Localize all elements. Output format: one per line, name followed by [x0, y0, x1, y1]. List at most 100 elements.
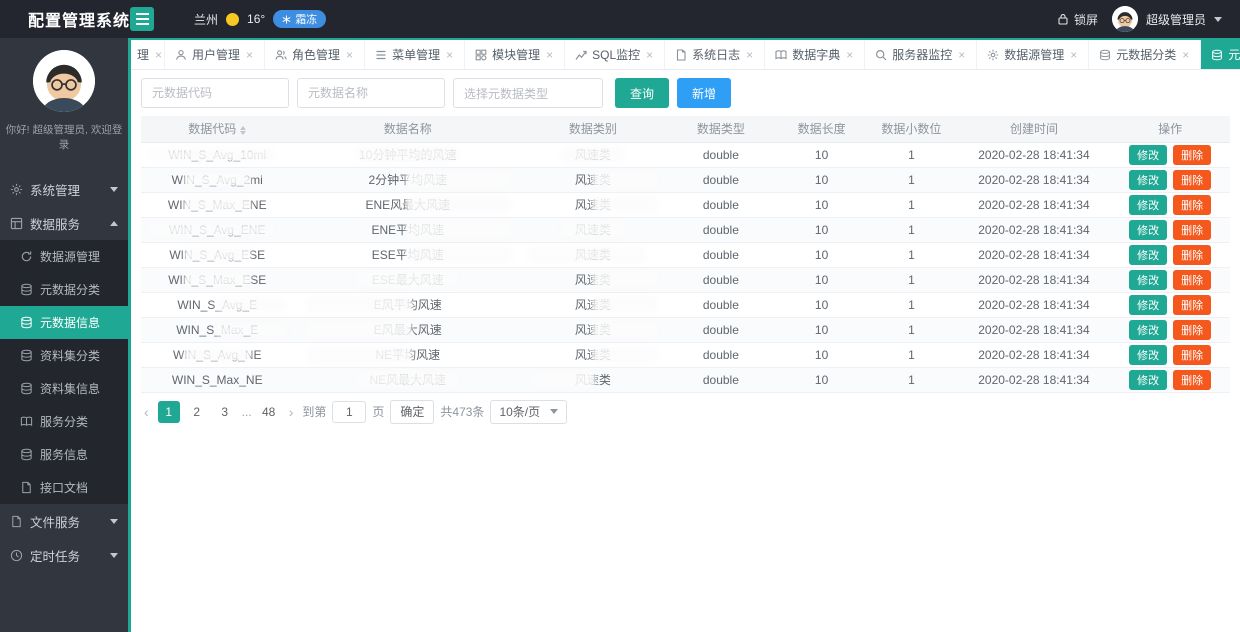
- close-icon[interactable]: ×: [545, 49, 554, 61]
- close-icon[interactable]: ×: [645, 49, 654, 61]
- cell-data-code: WIN_S_Max_E: [141, 323, 293, 337]
- city-label: 兰州: [194, 12, 219, 27]
- tab-system-log[interactable]: 系统日志 ×: [665, 40, 766, 69]
- table-row: WIN_S_Avg_2mi 2分钟平均风速 风速类 double 10 1 20…: [141, 167, 1230, 193]
- tab-data-dictionary[interactable]: 数据字典 ×: [765, 40, 866, 69]
- edit-button[interactable]: 修改: [1129, 219, 1168, 240]
- tab-metadata-category[interactable]: 元数据分类 ×: [1089, 40, 1202, 69]
- edit-button[interactable]: 修改: [1129, 144, 1168, 165]
- edit-button[interactable]: 修改: [1129, 269, 1168, 290]
- tab-label: SQL监控: [592, 48, 641, 62]
- edit-button[interactable]: 修改: [1129, 369, 1168, 390]
- page-content: 选择元数据类型 查询 新增 数据代码: [131, 70, 1240, 632]
- table-row: WIN_S_Max_ENE ENE风最大风速 风速类 double 10 1 2…: [141, 192, 1230, 218]
- metadata-name-input[interactable]: [297, 78, 445, 108]
- delete-button[interactable]: 删除: [1173, 319, 1212, 340]
- tab-sql-monitor[interactable]: SQL监控 ×: [565, 40, 666, 69]
- tab-label: 服务器监控: [892, 48, 953, 62]
- database-icon: [1211, 49, 1223, 61]
- user-menu[interactable]: 超级管理员: [1111, 6, 1222, 32]
- cell-data-name: NE风最大风速: [293, 371, 522, 388]
- sidebar-item-metadata-info[interactable]: 元数据信息: [0, 306, 128, 339]
- sidebar-item-datasource-management[interactable]: 数据源管理: [0, 240, 128, 273]
- page-size-select[interactable]: 10条/页: [490, 399, 568, 424]
- hamburger-icon: [135, 13, 149, 15]
- page-button-2[interactable]: 2: [186, 401, 208, 423]
- tab-server-monitor[interactable]: 服务器监控 ×: [865, 40, 978, 69]
- tab-label: 元数据分类: [1116, 48, 1177, 62]
- tab-metadata-info[interactable]: 元数据信息 ×: [1201, 40, 1240, 69]
- delete-button[interactable]: 删除: [1173, 344, 1212, 365]
- page-button-1[interactable]: 1: [157, 400, 180, 423]
- cell-data-length: 10: [778, 292, 866, 318]
- tab-role-management[interactable]: 角色管理 ×: [265, 40, 366, 69]
- edit-button[interactable]: 修改: [1129, 294, 1168, 315]
- edit-button[interactable]: 修改: [1129, 344, 1168, 365]
- close-icon[interactable]: ×: [1181, 49, 1190, 61]
- tab-user-management[interactable]: 用户管理 ×: [165, 40, 266, 69]
- delete-button[interactable]: 删除: [1173, 144, 1212, 165]
- metadata-type-select[interactable]: 选择元数据类型: [453, 78, 603, 108]
- sidebar-item-system-management[interactable]: 系统管理: [0, 172, 128, 206]
- add-button[interactable]: 新增: [677, 78, 732, 108]
- goto-page-input[interactable]: [332, 400, 367, 423]
- delete-button[interactable]: 删除: [1173, 219, 1212, 240]
- cell-data-type: double: [663, 142, 779, 168]
- sidebar-item-api-docs[interactable]: 接口文档: [0, 471, 128, 504]
- close-icon[interactable]: ×: [154, 49, 163, 61]
- cell-data-category: 风速类: [522, 321, 664, 338]
- confirm-button[interactable]: 确定: [390, 399, 435, 424]
- cell-created-time: 2020-02-28 18:41:34: [957, 267, 1111, 293]
- delete-button[interactable]: 删除: [1173, 294, 1212, 315]
- sidebar-item-dataset-info[interactable]: 资料集信息: [0, 372, 128, 405]
- tab-menu-management[interactable]: 菜单管理 ×: [365, 40, 466, 69]
- sidebar-item-dataset-category[interactable]: 资料集分类: [0, 339, 128, 372]
- metadata-code-input[interactable]: [141, 78, 289, 108]
- sidebar-item-service-category[interactable]: 服务分类: [0, 405, 128, 438]
- sidebar-toggle-button[interactable]: [130, 7, 155, 31]
- document-icon: [20, 481, 33, 494]
- tab-clipped[interactable]: 理 ×: [131, 40, 165, 69]
- edit-button[interactable]: 修改: [1129, 244, 1168, 265]
- sidebar-item-metadata-category[interactable]: 元数据分类: [0, 273, 128, 306]
- delete-button[interactable]: 删除: [1173, 194, 1212, 215]
- close-icon[interactable]: ×: [745, 49, 754, 61]
- col-header-data-code[interactable]: 数据代码: [141, 116, 294, 143]
- delete-button[interactable]: 删除: [1173, 244, 1212, 265]
- query-button[interactable]: 查询: [615, 78, 670, 108]
- close-icon[interactable]: ×: [845, 49, 854, 61]
- cell-data-name: ENE风最大风速: [293, 196, 522, 213]
- cell-data-code: WIN_S_Avg_ESE: [141, 248, 293, 262]
- page-button-48[interactable]: 48: [258, 401, 280, 423]
- sort-icon[interactable]: [240, 125, 247, 135]
- tab-datasource-management[interactable]: 数据源管理 ×: [977, 40, 1090, 69]
- page-button-3[interactable]: 3: [214, 401, 236, 423]
- edit-button[interactable]: 修改: [1129, 194, 1168, 215]
- delete-button[interactable]: 删除: [1173, 369, 1212, 390]
- weather-badge: 霜冻: [273, 10, 327, 28]
- sidebar-item-scheduled-tasks[interactable]: 定时任务: [0, 538, 128, 572]
- delete-button[interactable]: 删除: [1173, 169, 1212, 190]
- sidebar-item-service-info[interactable]: 服务信息: [0, 438, 128, 471]
- delete-button[interactable]: 删除: [1173, 269, 1212, 290]
- lock-screen-button[interactable]: 锁屏: [1057, 11, 1098, 28]
- cell-data-code: WIN_S_Max_ESE: [141, 273, 293, 287]
- close-icon[interactable]: ×: [245, 49, 254, 61]
- prev-page-button[interactable]: ‹: [141, 404, 152, 420]
- data-services-submenu: 数据源管理 元数据分类 元数据信息 资料集分类 资料集信息 服务分类 服务信息 …: [0, 240, 128, 504]
- tab-module-management[interactable]: 模块管理 ×: [465, 40, 566, 69]
- close-icon[interactable]: ×: [445, 49, 454, 61]
- sidebar-item-file-services[interactable]: 文件服务: [0, 504, 128, 538]
- close-icon[interactable]: ×: [957, 49, 966, 61]
- gear-icon: [987, 49, 999, 61]
- edit-button[interactable]: 修改: [1129, 319, 1168, 340]
- tab-label: 用户管理: [192, 48, 241, 62]
- sidebar-item-data-services[interactable]: 数据服务: [0, 206, 128, 240]
- col-header-data-type: 数据类型: [663, 116, 779, 143]
- close-icon[interactable]: ×: [1069, 49, 1078, 61]
- next-page-button[interactable]: ›: [286, 404, 297, 420]
- user-name: 超级管理员: [1145, 12, 1206, 27]
- close-icon[interactable]: ×: [345, 49, 354, 61]
- cell-data-category: 风速类: [522, 221, 664, 238]
- edit-button[interactable]: 修改: [1129, 169, 1168, 190]
